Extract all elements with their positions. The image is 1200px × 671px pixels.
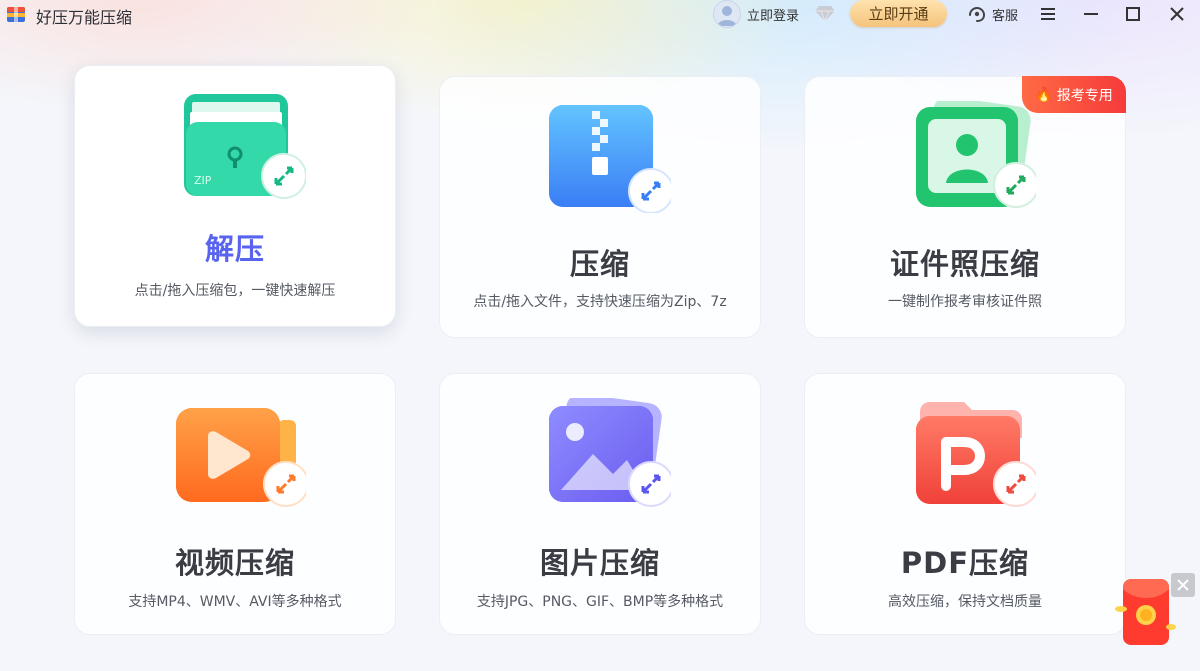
close-icon <box>1170 7 1184 21</box>
app-title: 好压万能压缩 <box>36 8 133 27</box>
card-video[interactable]: 视频压缩 支持MP4、WMV、AVI等多种格式 <box>74 373 396 635</box>
card-image[interactable]: 图片压缩 支持JPG、PNG、GIF、BMP等多种格式 <box>439 373 761 635</box>
image-icon <box>549 398 671 507</box>
card-description: 支持JPG、PNG、GIF、BMP等多种格式 <box>476 594 724 610</box>
card-compress[interactable]: 压缩 点击/拖入文件，支持快速压缩为Zip、7z <box>439 76 761 338</box>
close-promo-button[interactable] <box>1171 573 1195 597</box>
close-icon <box>1177 579 1189 591</box>
id-photo-icon <box>916 101 1036 208</box>
minimize-icon <box>1084 13 1098 15</box>
svg-text:ZIP: ZIP <box>194 174 212 187</box>
diamond-icon[interactable] <box>814 3 836 23</box>
card-unzip[interactable]: ZIP 解压 点击/拖入压缩包，一键快速解压 <box>74 65 396 327</box>
close-button[interactable] <box>1159 0 1195 28</box>
service-label: 客服 <box>992 8 1019 24</box>
customer-service-button[interactable]: 客服 <box>966 2 1018 26</box>
app-logo-icon <box>7 7 25 22</box>
menu-icon <box>1041 8 1055 20</box>
video-icon <box>176 408 306 507</box>
login-button[interactable]: 立即登录 <box>713 0 799 28</box>
avatar-icon <box>713 0 741 28</box>
maximize-icon <box>1126 7 1140 21</box>
unzip-folder-icon: ZIP <box>184 94 306 199</box>
zip-archive-icon <box>549 105 671 213</box>
card-title: 图片压缩 <box>539 546 660 580</box>
maximize-button[interactable] <box>1115 0 1151 28</box>
card-title: 压缩 <box>569 247 630 281</box>
card-description: 高效压缩，保持文档质量 <box>888 594 1042 610</box>
title-bar: 好压万能压缩 立即登录 立即开通 客服 <box>0 0 1200 30</box>
headset-icon <box>969 7 985 22</box>
card-title: 解压 <box>204 232 265 266</box>
card-id-photo[interactable]: 🔥 报考专用 证件照压缩 一键制作报考审核证件照 <box>804 76 1126 338</box>
card-description: 一键制作报考审核证件照 <box>888 294 1042 310</box>
card-pdf[interactable]: PDF压缩 高效压缩，保持文档质量 <box>804 373 1126 635</box>
flame-icon: 🔥 <box>1035 86 1053 103</box>
login-label: 立即登录 <box>747 8 800 24</box>
minimize-button[interactable] <box>1073 0 1109 28</box>
card-description: 支持MP4、WMV、AVI等多种格式 <box>128 594 342 610</box>
card-title: PDF压缩 <box>900 546 1030 580</box>
exam-badge: 🔥 报考专用 <box>1022 76 1126 113</box>
card-title: 证件照压缩 <box>889 247 1040 281</box>
red-packet-icon[interactable] <box>1115 575 1177 651</box>
card-description: 点击/拖入文件，支持快速压缩为Zip、7z <box>473 294 727 310</box>
open-vip-button[interactable]: 立即开通 <box>850 0 947 27</box>
pdf-icon <box>916 402 1036 507</box>
badge-label: 报考专用 <box>1056 87 1113 104</box>
card-title: 视频压缩 <box>174 546 295 580</box>
card-description: 点击/拖入压缩包，一键快速解压 <box>134 283 336 299</box>
menu-button[interactable] <box>1030 0 1066 28</box>
